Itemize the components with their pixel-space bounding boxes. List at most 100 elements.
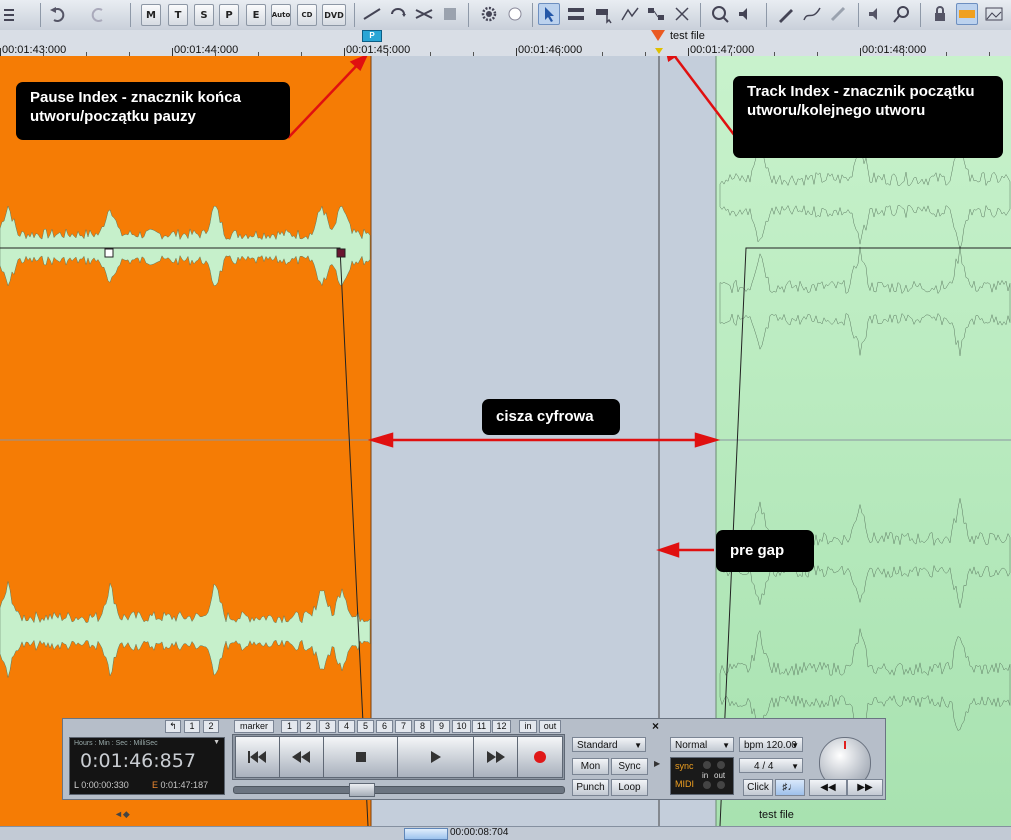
mode-dropdown-value: Standard [577, 740, 618, 751]
mute-icon[interactable] [866, 4, 886, 24]
current-time: 0:01:46:857 [80, 750, 196, 772]
marker-button-8[interactable]: 8 [414, 720, 431, 733]
record-dot-icon[interactable] [505, 4, 525, 24]
toolbar: M T S P E Auto CD DVD [0, 0, 1011, 31]
transport-undo-button[interactable]: ↰ [165, 720, 181, 733]
speaker-icon[interactable]: ◄◆ [114, 809, 130, 820]
auto-button[interactable]: Auto [271, 4, 291, 26]
undo-icon[interactable] [48, 4, 68, 24]
marker-button-2[interactable]: 2 [300, 720, 317, 733]
position-slider-handle[interactable] [349, 783, 375, 797]
zoom-icon[interactable] [2, 4, 22, 24]
range-tool-icon[interactable] [566, 4, 586, 24]
ruler-label: 00:01:45:000 [346, 44, 411, 56]
stop-button[interactable] [323, 736, 399, 778]
marker-button-4[interactable]: 4 [338, 720, 355, 733]
mark-s-button[interactable]: S [194, 4, 214, 26]
time-signature-value: 4 / 4 [754, 761, 774, 772]
marker-button-3[interactable]: 3 [319, 720, 336, 733]
mark-p-button[interactable]: P [219, 4, 239, 26]
magnifier-icon[interactable] [710, 4, 730, 24]
metronome-icon[interactable]: ♯♩ [775, 779, 805, 796]
normal-dropdown[interactable]: Normal ▼ [670, 737, 734, 752]
track-index-marker[interactable] [651, 30, 665, 41]
marker-in-button[interactable]: in [519, 720, 537, 733]
record-button[interactable] [517, 736, 563, 778]
loop-button[interactable]: Loop [611, 779, 648, 796]
ruler-label: 00:01:46:000 [518, 44, 583, 56]
speaker-tool-icon[interactable] [736, 4, 756, 24]
jog-rewind-button[interactable]: ◀◀ [809, 779, 847, 796]
fade-in-icon[interactable] [362, 4, 382, 24]
position-slider-track[interactable] [233, 786, 565, 794]
pause-index-marker[interactable]: P [362, 30, 382, 42]
l-time: 0:00:00:330 [81, 780, 129, 790]
close-icon[interactable]: × [652, 719, 659, 733]
bottom-scroll-bar[interactable]: 00:00:08:704 [0, 826, 1011, 840]
image-icon[interactable] [984, 4, 1004, 24]
waveform-color-icon[interactable] [956, 3, 978, 25]
redo-icon[interactable] [88, 4, 108, 24]
marker-out-button[interactable]: out [539, 720, 561, 733]
draw-curve-icon[interactable] [802, 4, 822, 24]
lock-icon[interactable] [930, 4, 950, 24]
pre-gap-marker[interactable] [655, 48, 663, 54]
cd-button[interactable]: CD [297, 4, 317, 26]
clip-region-right[interactable] [716, 56, 1011, 826]
object-tool-icon[interactable] [594, 4, 614, 24]
crossfade-icon[interactable] [414, 4, 434, 24]
zoom-tool-icon[interactable] [892, 4, 912, 24]
sync-button[interactable]: Sync [611, 758, 648, 775]
stop-square-icon[interactable] [440, 4, 460, 24]
marker-button-5[interactable]: 5 [357, 720, 374, 733]
marker-button-7[interactable]: 7 [395, 720, 412, 733]
time-format-dropdown-icon[interactable]: ▼ [213, 739, 220, 746]
go-to-start-button[interactable] [235, 736, 281, 778]
mon-button[interactable]: Mon [572, 758, 609, 775]
transport-button-2[interactable]: 2 [203, 720, 219, 733]
punch-button[interactable]: Punch [572, 779, 609, 796]
pointer-tool-icon[interactable] [538, 3, 560, 25]
scrollbar-thumb[interactable] [404, 828, 448, 840]
rewind-button[interactable] [279, 736, 325, 778]
timeline-ruler[interactable]: 00:01:43:000 00:01:44:000 00:01:45:000 0… [0, 30, 1011, 57]
pencil-icon[interactable] [776, 4, 796, 24]
time-display[interactable]: Hours : Min : Sec : MilliSec ▼ 0:01:46:8… [69, 737, 225, 795]
waveform-view[interactable] [0, 43, 1011, 827]
brush-icon[interactable] [828, 4, 848, 24]
jog-forward-button[interactable]: ▶▶ [847, 779, 883, 796]
marker-button-9[interactable]: 9 [433, 720, 450, 733]
envelope-handle[interactable] [336, 248, 346, 258]
sync-midi-indicator[interactable]: sync MIDI in out [670, 757, 734, 795]
fast-forward-button[interactable] [473, 736, 519, 778]
curve-tool-icon[interactable] [620, 4, 640, 24]
play-button[interactable] [397, 736, 475, 778]
marker-button-10[interactable]: 10 [452, 720, 471, 733]
click-button[interactable]: Click [743, 779, 773, 796]
l-label: L [74, 780, 79, 790]
scissors-icon[interactable] [672, 4, 692, 24]
jog-wheel-indicator [844, 741, 846, 749]
time-signature-field[interactable]: 4 / 4 ▼ [739, 758, 803, 773]
mode-dropdown[interactable]: Standard ▼ [572, 737, 646, 752]
marker-button-11[interactable]: 11 [472, 720, 491, 733]
callout-pre-gap: pre gap [716, 530, 814, 572]
mark-e-button[interactable]: E [246, 4, 266, 26]
gear-icon[interactable] [479, 4, 499, 24]
loop-tool-icon[interactable] [388, 4, 408, 24]
marker-button-6[interactable]: 6 [376, 720, 393, 733]
cut-tool-icon[interactable] [646, 4, 666, 24]
mark-t-button[interactable]: T [168, 4, 188, 26]
clip-region-left[interactable] [0, 56, 371, 826]
envelope-handle[interactable] [104, 248, 114, 258]
bpm-field[interactable]: bpm 120.00 ▼ [739, 737, 803, 752]
marker-button-1[interactable]: 1 [281, 720, 298, 733]
expand-arrow-icon[interactable]: ▶ [654, 759, 660, 768]
dvd-button[interactable]: DVD [322, 4, 346, 26]
track-area[interactable]: Pause Index - znacznik końca utworu/pocz… [0, 43, 1011, 827]
mark-m-button[interactable]: M [141, 4, 161, 26]
transport-button-1[interactable]: 1 [184, 720, 200, 733]
marker-button-12[interactable]: 12 [492, 720, 511, 733]
ruler-label: 00:01:48:000 [862, 44, 927, 56]
led-icon [703, 761, 711, 769]
